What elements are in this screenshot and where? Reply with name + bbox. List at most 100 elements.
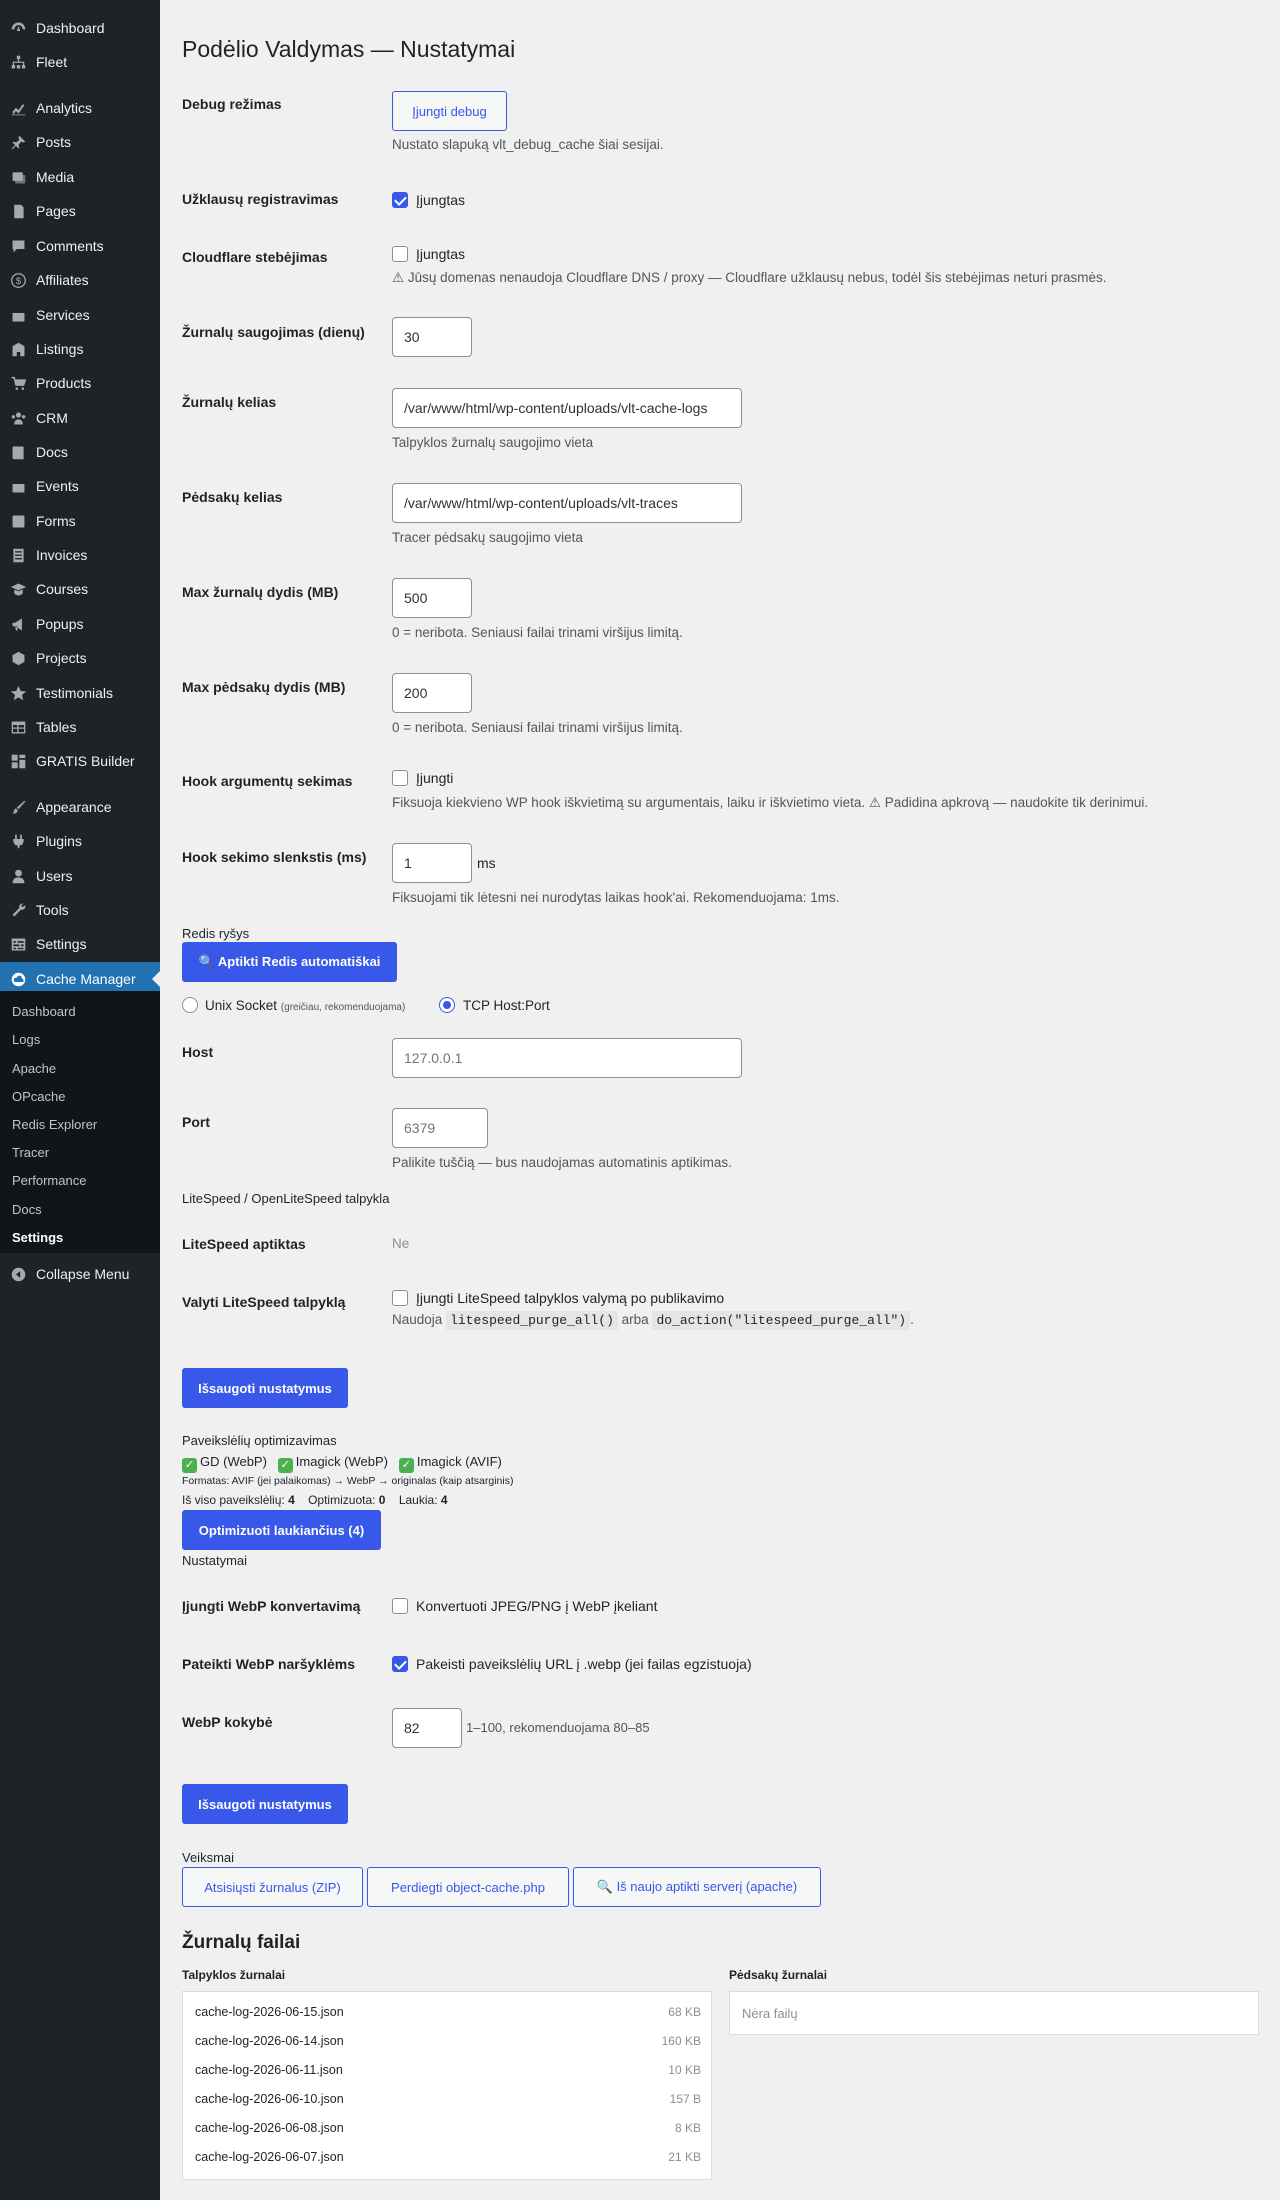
star-icon — [0, 685, 36, 702]
sidebar-item-products[interactable]: Products — [0, 366, 160, 400]
submenu-item-opcache[interactable]: OPcache — [0, 1082, 160, 1110]
sidebar-item-listings[interactable]: Listings — [0, 332, 160, 366]
hook-threshold-input[interactable]: 1 — [392, 843, 472, 883]
sidebar-item-pages[interactable]: Pages — [0, 194, 160, 228]
log-file-row[interactable]: cache-log-2026-06-15.json 68 KB — [183, 1997, 711, 2026]
webp-convert-checkbox[interactable] — [392, 1598, 408, 1614]
log-file-row[interactable]: cache-log-2026-06-10.json 157 B — [183, 2084, 711, 2113]
optimized-label: Optimizuota: — [308, 1493, 376, 1507]
submenu-item-logs[interactable]: Logs — [0, 1025, 160, 1053]
sidebar-item-media[interactable]: Media — [0, 160, 160, 194]
sidebar-item-courses[interactable]: Courses — [0, 572, 160, 606]
sidebar-item-docs[interactable]: Docs — [0, 435, 160, 469]
sidebar-item-crm[interactable]: CRM — [0, 401, 160, 435]
log-file-name: cache-log-2026-06-07.json — [195, 2149, 344, 2164]
submenu-item-performance[interactable]: Performance — [0, 1166, 160, 1194]
trace-log-empty: Nėra failų — [729, 1991, 1259, 2035]
hook-threshold-unit: ms — [477, 855, 496, 871]
submenu-item-redis-explorer[interactable]: Redis Explorer — [0, 1110, 160, 1138]
sidebar-item-projects[interactable]: Projects — [0, 641, 160, 675]
cloudflare-checkbox[interactable] — [392, 246, 408, 262]
sidebar-item-appearance[interactable]: Appearance — [0, 790, 160, 824]
submenu-item-tracer[interactable]: Tracer — [0, 1138, 160, 1166]
log-retention-input[interactable]: 30 — [392, 317, 472, 357]
sidebar-item-analytics[interactable]: Analytics — [0, 91, 160, 125]
log-file-size: 157 B — [669, 2091, 701, 2106]
save-settings-button-2[interactable]: Išsaugoti nustatymus — [182, 1784, 348, 1824]
sidebar-item-comments[interactable]: Comments — [0, 229, 160, 263]
sidebar-item-label: GRATIS Builder — [36, 753, 135, 769]
sidebar-item-label: Forms — [36, 513, 76, 529]
sidebar-item-settings[interactable]: Settings — [0, 927, 160, 961]
optimize-pending-button[interactable]: Optimizuoti laukiančius (4) — [182, 1510, 381, 1550]
log-file-size: 160 KB — [661, 2033, 701, 2048]
collapse-menu-button[interactable]: Collapse Menu — [0, 1257, 160, 1291]
max-trace-label: Max pėdsakų dydis (MB) — [182, 679, 346, 695]
download-logs-button[interactable]: Atsisiųsti žurnalus (ZIP) — [182, 1867, 363, 1907]
sidebar-item-testimonials[interactable]: Testimonials — [0, 676, 160, 710]
webp-quality-input[interactable]: 82 — [392, 1708, 462, 1748]
max-trace-desc: 0 = neribota. Seniausi failai trinami vi… — [392, 720, 683, 735]
or-text: arba — [621, 1312, 649, 1327]
sidebar-item-label: Comments — [36, 238, 104, 254]
sidebar-item-plugins[interactable]: Plugins — [0, 824, 160, 858]
submenu-item-docs[interactable]: Docs — [0, 1195, 160, 1223]
log-file-size: 8 KB — [674, 2120, 701, 2135]
sidebar-item-tables[interactable]: Tables — [0, 710, 160, 744]
trace-path-input[interactable]: /var/www/html/wp-content/uploads/vlt-tra… — [392, 483, 742, 523]
log-file-row[interactable]: cache-log-2026-06-14.json 160 KB — [183, 2026, 711, 2055]
max-trace-input[interactable]: 200 — [392, 673, 472, 713]
sidebar-item-label: Fleet — [36, 54, 68, 70]
redis-host-input[interactable] — [392, 1038, 742, 1078]
sidebar-item-posts[interactable]: Posts — [0, 125, 160, 159]
redetect-server-button[interactable]: 🔍 Iš naujo aptikti serverį (apache) — [573, 1867, 821, 1907]
save-settings-button-1[interactable]: Išsaugoti nustatymus — [182, 1368, 348, 1408]
query-log-checkbox-label: Įjungtas — [416, 192, 466, 208]
sidebar-item-popups[interactable]: Popups — [0, 607, 160, 641]
litespeed-heading: LiteSpeed / OpenLiteSpeed talpykla — [182, 1191, 390, 1206]
enable-debug-button[interactable]: Įjungti debug — [392, 91, 507, 131]
sidebar-item-events[interactable]: Events — [0, 469, 160, 503]
sidebar-item-tools[interactable]: Tools — [0, 893, 160, 927]
brush-icon — [0, 799, 36, 816]
sidebar-item-services[interactable]: Services — [0, 298, 160, 332]
sidebar-item-affiliates[interactable]: $ Affiliates — [0, 263, 160, 297]
sidebar-item-users[interactable]: Users — [0, 859, 160, 893]
log-file-row[interactable]: cache-log-2026-06-07.json 21 KB — [183, 2142, 711, 2171]
max-log-label: Max žurnalų dydis (MB) — [182, 584, 339, 600]
hook-args-checkbox[interactable] — [392, 770, 408, 786]
unix-socket-radio[interactable] — [182, 997, 198, 1013]
log-file-row[interactable]: cache-log-2026-06-08.json 8 KB — [183, 2113, 711, 2142]
tcp-radio[interactable] — [439, 997, 455, 1013]
settings-icon — [0, 936, 36, 953]
image-stats: Iš viso paveikslėlių: 4 Optimizuota: 0 L… — [182, 1493, 448, 1507]
log-file-row[interactable]: cache-log-2026-06-06.json 40 KB — [183, 2171, 711, 2180]
log-path-label: Žurnalų kelias — [182, 394, 277, 410]
sidebar-item-invoices[interactable]: Invoices — [0, 538, 160, 572]
detect-redis-button[interactable]: 🔍 Aptikti Redis automatiškai — [182, 942, 397, 982]
redeploy-object-cache-button[interactable]: Perdiegti object-cache.php — [367, 1867, 569, 1907]
redis-port-input[interactable] — [392, 1108, 488, 1148]
sidebar-item-fleet[interactable]: Fleet — [0, 45, 160, 79]
query-log-checkbox[interactable] — [392, 192, 408, 208]
dollar-icon: $ — [0, 272, 36, 289]
sidebar-item-label: Testimonials — [36, 685, 114, 701]
hook-threshold-label: Hook sekimo slenkstis (ms) — [182, 849, 367, 865]
sidebar-item-label: Users — [36, 868, 73, 884]
litespeed-purge-checkbox[interactable] — [392, 1290, 408, 1306]
webp-serve-checkbox[interactable] — [392, 1656, 408, 1672]
max-log-input[interactable]: 500 — [392, 578, 472, 618]
purge-code-1: litespeed_purge_all() — [446, 1311, 618, 1330]
sidebar-item-gratis-builder[interactable]: GRATIS Builder — [0, 744, 160, 778]
sidebar-item-dashboard[interactable]: Dashboard — [0, 11, 160, 45]
submenu-item-dashboard[interactable]: Dashboard — [0, 997, 160, 1025]
check-icon: ✓ — [398, 1458, 414, 1473]
submenu-item-settings[interactable]: Settings — [0, 1223, 160, 1251]
log-file-row[interactable]: cache-log-2026-06-11.json 10 KB — [183, 2055, 711, 2084]
log-path-input[interactable]: /var/www/html/wp-content/uploads/vlt-cac… — [392, 388, 742, 428]
redis-host-label: Host — [182, 1044, 214, 1060]
megaphone-icon — [0, 616, 36, 633]
submenu-item-apache[interactable]: Apache — [0, 1054, 160, 1082]
cloudflare-warning: ⚠ Jūsų domenas nenaudoja Cloudflare DNS … — [392, 270, 1107, 285]
sidebar-item-forms[interactable]: Forms — [0, 504, 160, 538]
